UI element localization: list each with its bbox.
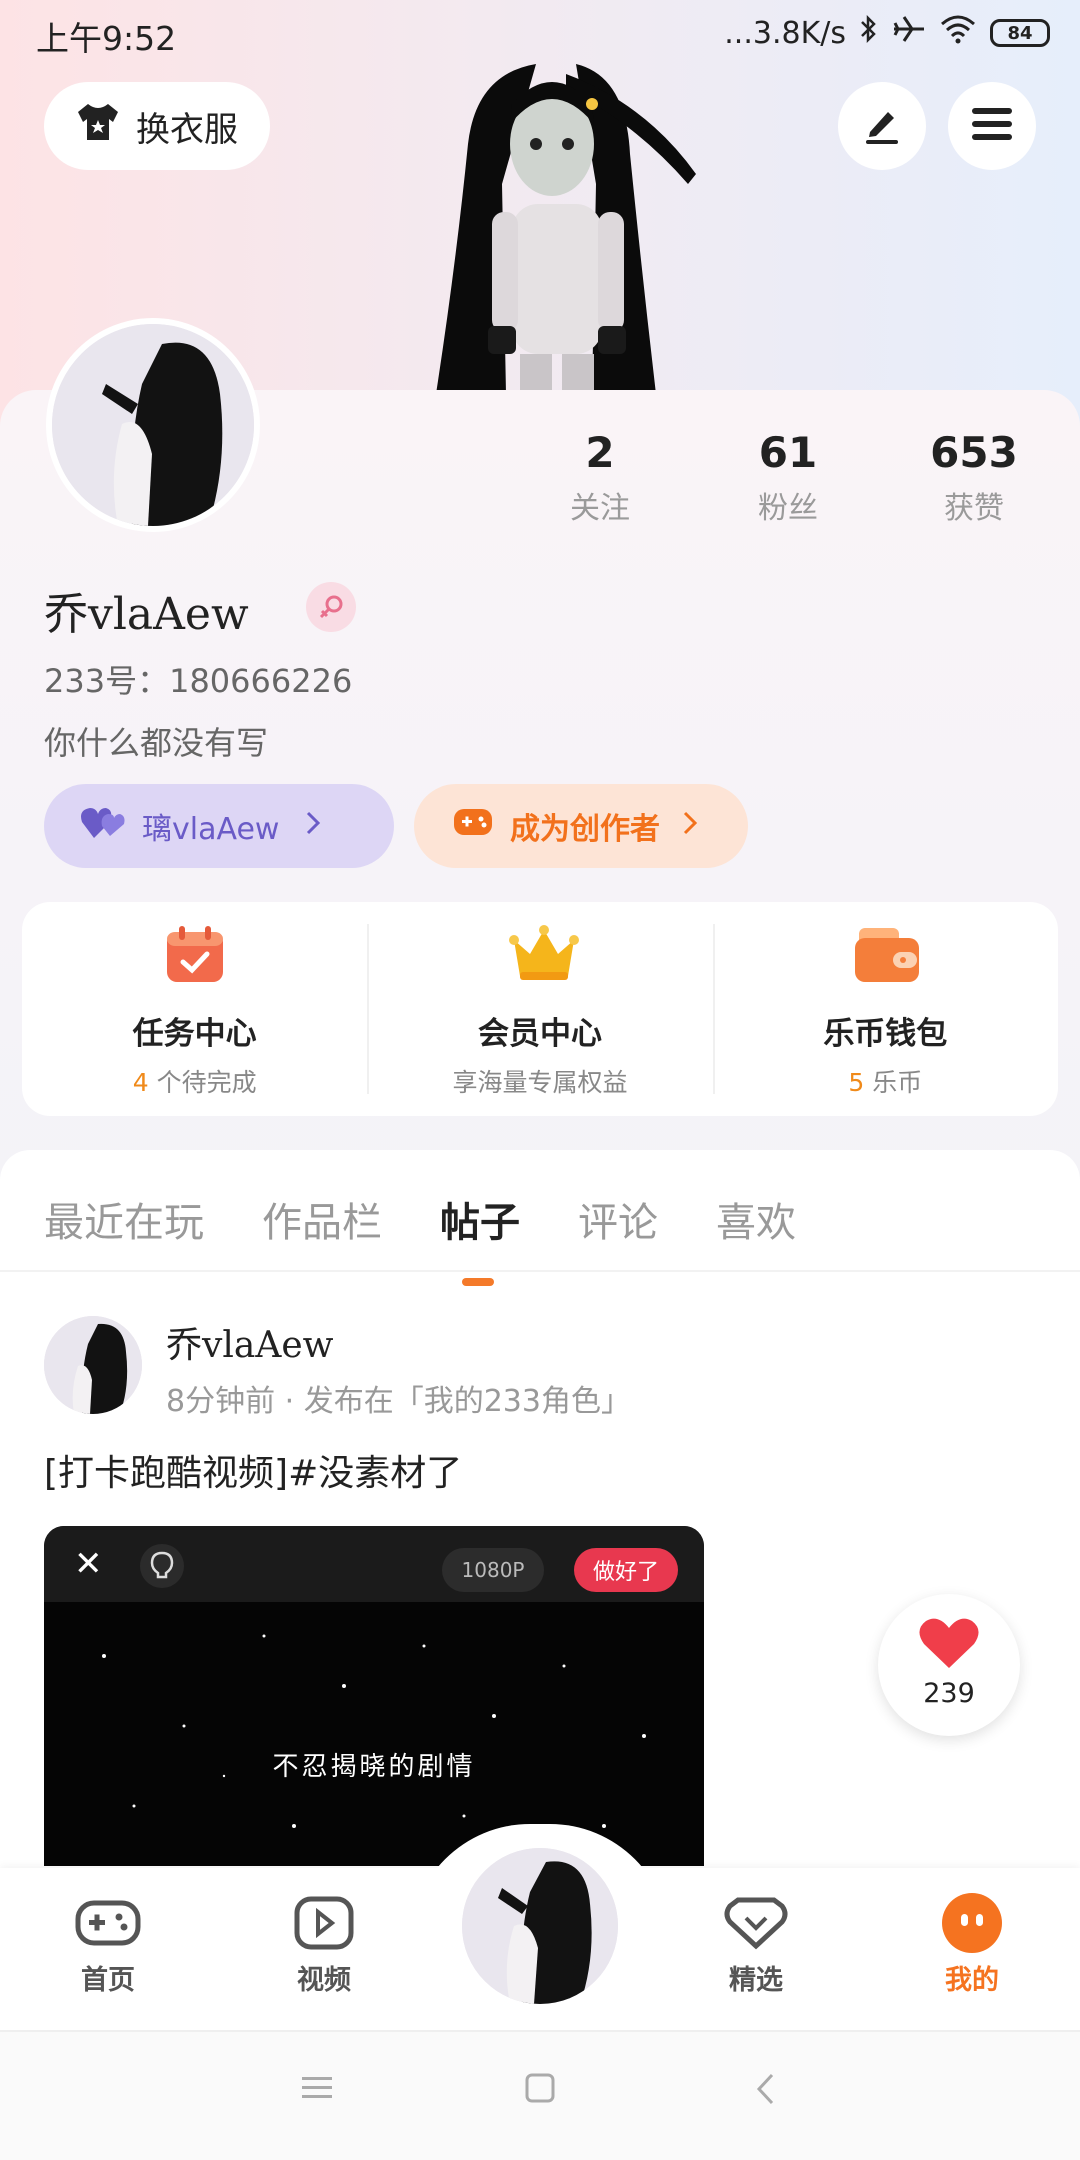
- coin-wallet-title: 乐币钱包: [823, 1016, 948, 1052]
- stat-followers-value: 61: [758, 428, 818, 477]
- edit-profile-button[interactable]: [838, 82, 926, 170]
- calendar-check-icon: [163, 922, 227, 986]
- wallet-icon: [853, 922, 920, 986]
- heart-icon: [878, 1594, 1020, 1674]
- coin-balance: 5: [848, 1068, 865, 1097]
- bluetooth-icon: [860, 14, 878, 52]
- user-bio[interactable]: 你什么都没有写: [44, 718, 268, 764]
- network-speed: ...3.8K/s: [724, 15, 846, 51]
- status-time: 上午9:52: [36, 19, 177, 58]
- become-creator-button[interactable]: 成为创作者: [414, 784, 748, 868]
- nav-home[interactable]: 首页: [48, 1892, 168, 1997]
- post-author-avatar[interactable]: [44, 1316, 142, 1414]
- change-outfit-label: 换衣服: [136, 109, 238, 150]
- edit-icon: [860, 102, 904, 150]
- tab-recently-played[interactable]: 最近在玩: [44, 1190, 204, 1248]
- starfield-background: [102, 1634, 646, 1828]
- stat-likes-label: 获赞: [944, 491, 1004, 526]
- change-outfit-button[interactable]: 换衣服: [44, 82, 270, 170]
- tab-likes[interactable]: 喜欢: [716, 1190, 796, 1248]
- crown-icon: [508, 922, 579, 986]
- stat-following-value: 2: [585, 428, 615, 477]
- nav-home-label: 首页: [81, 1965, 135, 1996]
- stat-likes-value: 653: [930, 428, 1018, 477]
- nav-featured[interactable]: 精选: [696, 1892, 816, 1997]
- feature-shortcuts: 任务中心 4 个待完成 会员中心 享海量专属权益 乐币钱包 5 乐币: [22, 902, 1058, 1116]
- task-center-sub: 4 个待完成: [22, 1063, 367, 1099]
- status-indicators: ...3.8K/s 84: [724, 14, 1050, 52]
- stat-following[interactable]: 2 关注: [530, 428, 670, 527]
- profile-username: 乔vlaAew: [44, 589, 249, 640]
- tshirt-icon: [74, 100, 122, 153]
- nav-me[interactable]: 我的: [912, 1892, 1032, 1997]
- post-meta: 8分钟前 · 发布在「我的233角色」: [166, 1384, 631, 1419]
- task-center-title: 任务中心: [132, 1016, 257, 1052]
- menu-icon: [970, 104, 1014, 148]
- task-center-sub-text: 个待完成: [148, 1068, 257, 1097]
- profile-avatar[interactable]: [46, 318, 260, 532]
- double-heart-icon: [80, 804, 126, 848]
- coin-wallet-card[interactable]: 乐币钱包 5 乐币: [712, 902, 1058, 1116]
- smiley-face-icon: [937, 1892, 1007, 1954]
- member-center-card[interactable]: 会员中心 享海量专属权益: [367, 902, 712, 1116]
- like-count: 239: [923, 1678, 975, 1709]
- become-creator-label: 成为创作者: [510, 812, 660, 847]
- video-caption: 不忍揭晓的剧情: [272, 1752, 476, 1782]
- post-text[interactable]: [打卡跑酷视频]#没素材了: [44, 1444, 462, 1496]
- nav-video-label: 视频: [297, 1965, 351, 1996]
- back-icon[interactable]: [754, 2072, 778, 2110]
- heart-badge-icon: [721, 1892, 791, 1954]
- stat-followers-label: 粉丝: [758, 491, 818, 526]
- nav-me-label: 我的: [945, 1965, 999, 1996]
- video-play-icon: [289, 1892, 359, 1954]
- chevron-right-icon: [305, 809, 321, 844]
- post-video-thumbnail[interactable]: ✕ 1080P 做好了 不忍揭晓的剧情: [44, 1526, 704, 1866]
- nav-featured-label: 精选: [729, 1965, 783, 1996]
- gamepad-icon: [73, 1892, 143, 1954]
- nav-center-avatar[interactable]: [462, 1848, 618, 2004]
- tab-posts[interactable]: 帖子: [440, 1190, 520, 1286]
- profile-tabs: 最近在玩 作品栏 帖子 评论 喜欢: [44, 1190, 796, 1286]
- airplane-icon: [892, 14, 926, 52]
- partner-tag-button[interactable]: 璃vlaAew: [44, 784, 394, 868]
- menu-button[interactable]: [948, 82, 1036, 170]
- chevron-right-icon: [682, 809, 698, 844]
- tab-comments[interactable]: 评论: [578, 1190, 658, 1248]
- system-navigation-bar: [0, 2030, 1080, 2160]
- task-center-card[interactable]: 任务中心 4 个待完成: [22, 902, 367, 1116]
- task-pending-count: 4: [132, 1068, 149, 1097]
- member-center-title: 会员中心: [477, 1016, 602, 1052]
- post-author-name[interactable]: 乔vlaAew: [166, 1316, 333, 1368]
- female-gender-icon: [306, 582, 356, 632]
- user-id: 233号：180666226: [44, 662, 353, 700]
- coin-wallet-sub-text: 乐币: [864, 1068, 923, 1097]
- stat-likes[interactable]: 653 获赞: [904, 428, 1044, 527]
- battery-indicator: 84: [990, 19, 1050, 47]
- recent-apps-icon[interactable]: [300, 2072, 334, 2106]
- like-button[interactable]: 239: [878, 1594, 1020, 1736]
- stat-following-label: 关注: [570, 491, 630, 526]
- wifi-icon: [940, 14, 976, 52]
- avatar-character-figure[interactable]: [416, 64, 696, 394]
- coin-wallet-sub: 5 乐币: [713, 1063, 1058, 1099]
- nav-video[interactable]: 视频: [264, 1892, 384, 1997]
- home-square-icon[interactable]: [524, 2072, 556, 2108]
- status-bar: 上午9:52 ...3.8K/s 84: [0, 0, 1080, 66]
- partner-tag-label: 璃vlaAew: [142, 812, 280, 847]
- tab-divider: [0, 1270, 1080, 1272]
- stat-followers[interactable]: 61 粉丝: [718, 428, 858, 527]
- gamepad-icon: [452, 805, 494, 847]
- tab-works[interactable]: 作品栏: [262, 1190, 382, 1248]
- member-center-sub: 享海量专属权益: [452, 1068, 628, 1097]
